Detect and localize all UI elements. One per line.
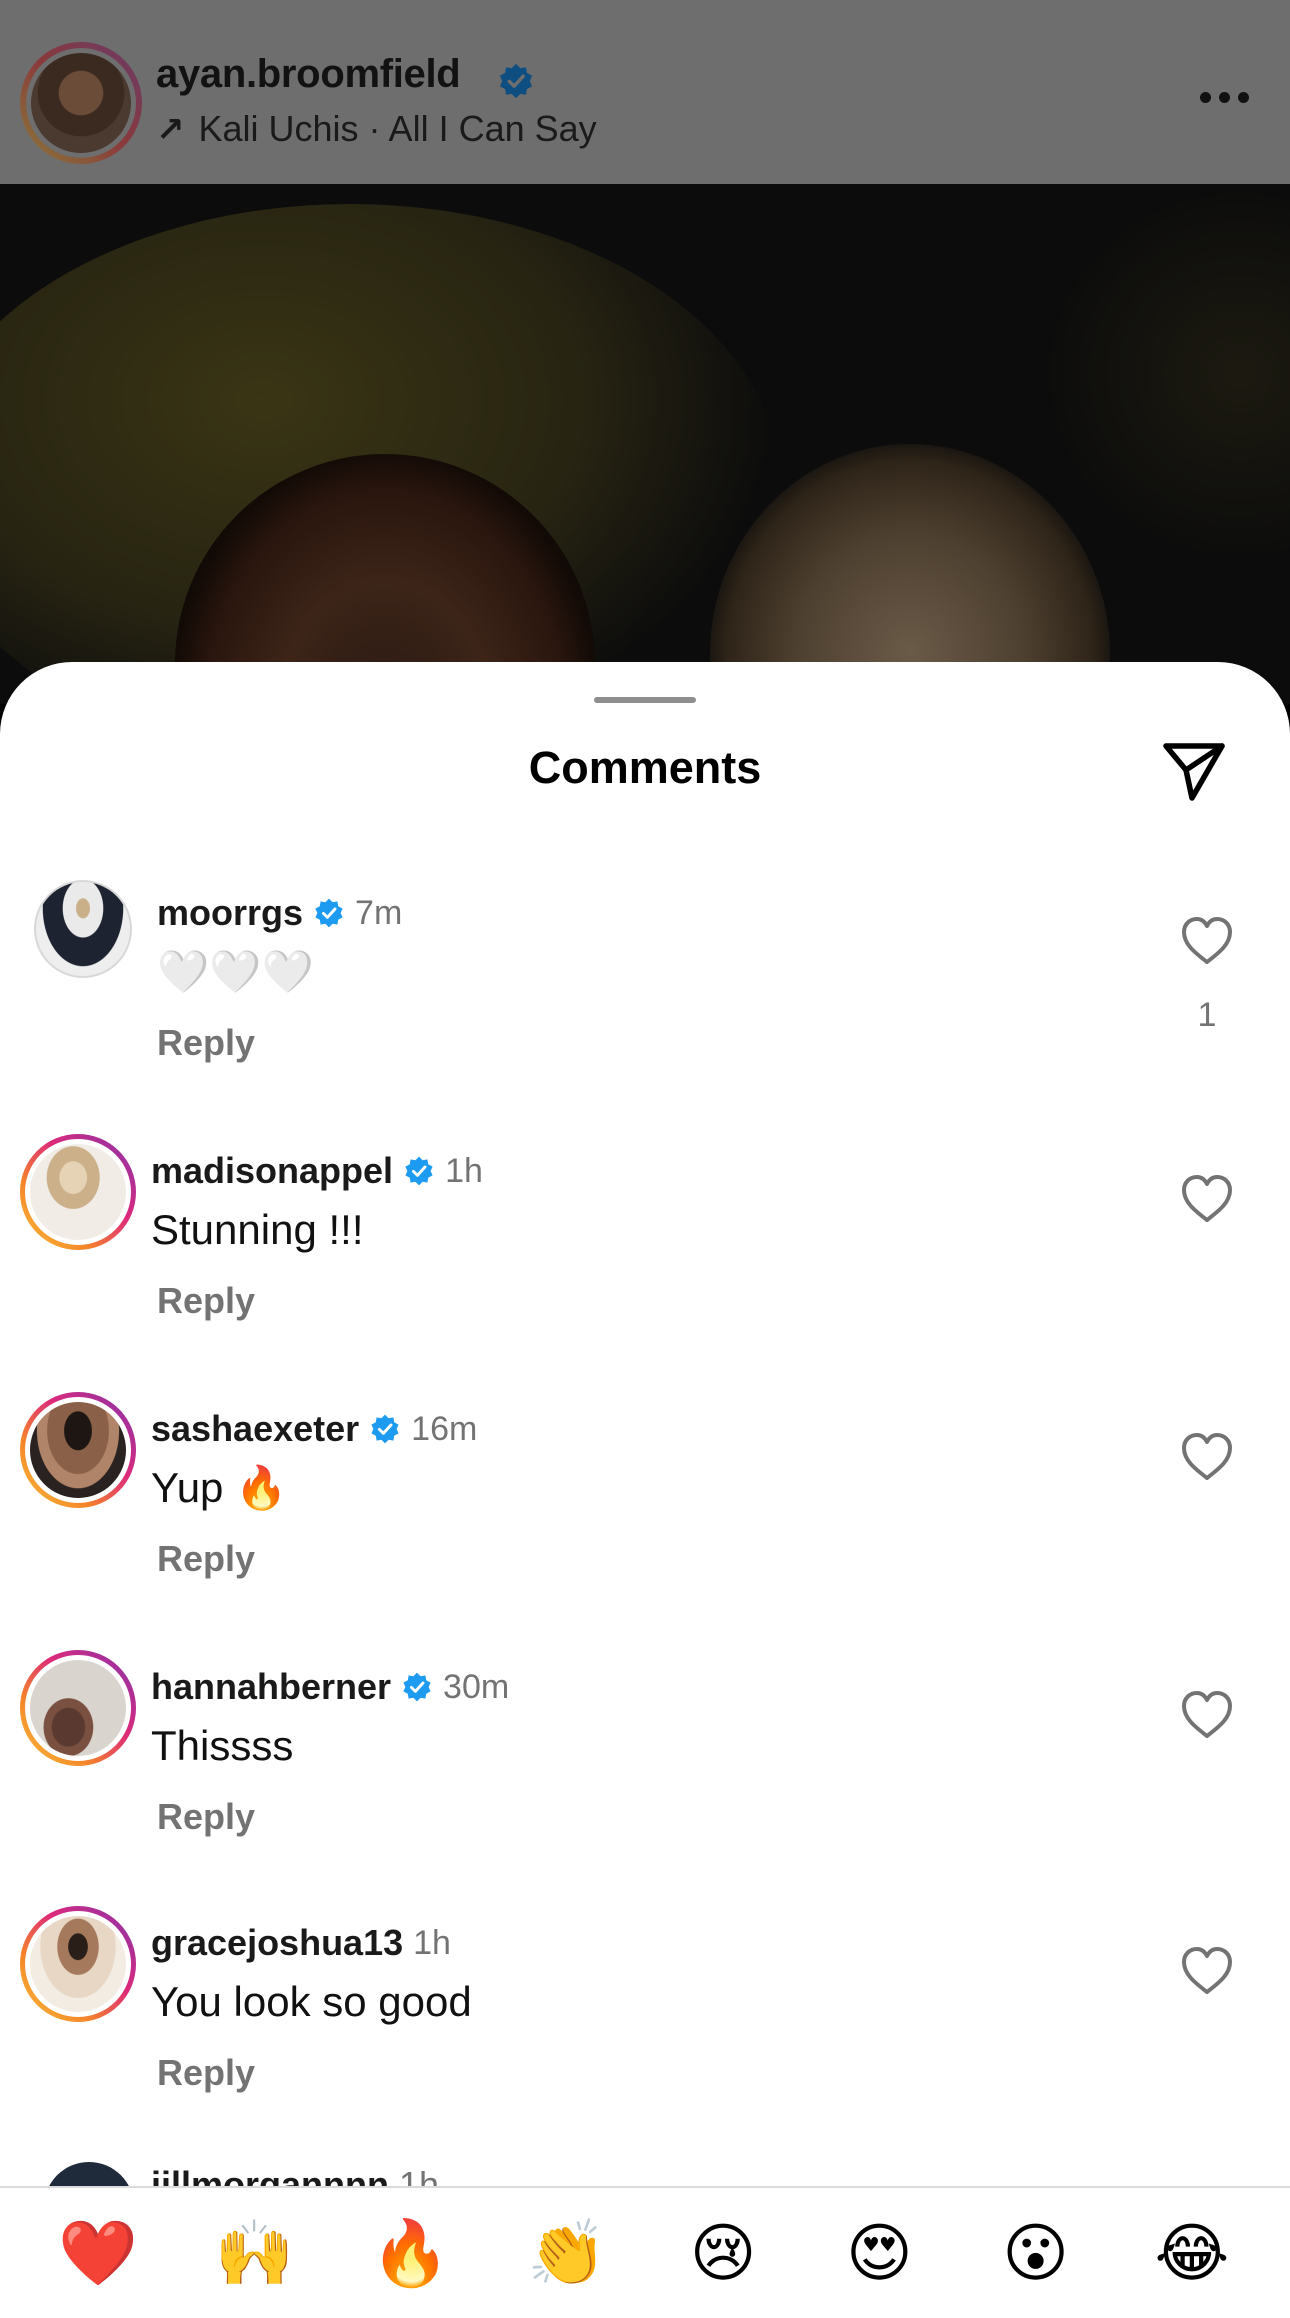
avatar-image bbox=[25, 1655, 131, 1761]
comment-row: sashaexeter 16m Yup 🔥 Reply bbox=[0, 1392, 1290, 1632]
comment-text: Yup 🔥 bbox=[151, 1464, 288, 1511]
comment-timestamp: 7m bbox=[355, 893, 403, 932]
heart-like-icon[interactable] bbox=[1180, 1174, 1234, 1224]
reply-button[interactable]: Reply bbox=[157, 1796, 255, 1838]
emoji-heart-eyes-button[interactable]: 😍 bbox=[829, 2203, 929, 2303]
verified-badge-icon bbox=[315, 898, 343, 928]
heart-like-icon[interactable] bbox=[1180, 916, 1234, 966]
comment-username[interactable]: jillmorgannnn bbox=[151, 2164, 389, 2186]
comment-username[interactable]: hannahberner bbox=[151, 1666, 391, 1708]
comment-row: jillmorgannnn 1h bbox=[0, 2156, 1290, 2186]
comment-username[interactable]: sashaexeter bbox=[151, 1408, 359, 1450]
emoji-laughing-button[interactable]: 😂 bbox=[1142, 2203, 1242, 2303]
comment-avatar[interactable] bbox=[20, 1392, 136, 1508]
comment-row: madisonappel 1h Stunning !!! Reply bbox=[0, 1134, 1290, 1374]
post-media bbox=[0, 184, 1290, 704]
more-options-icon[interactable] bbox=[1200, 92, 1250, 106]
comment-timestamp: 1h bbox=[445, 1151, 483, 1190]
comment-avatar[interactable] bbox=[20, 1906, 136, 2022]
reply-button[interactable]: Reply bbox=[157, 1538, 255, 1580]
emoji-surprised-button[interactable]: 😮 bbox=[986, 2203, 1086, 2303]
background-foliage bbox=[1040, 184, 1290, 564]
comment-text: 🤍🤍🤍 bbox=[157, 948, 314, 995]
emoji-fire-button[interactable]: 🔥 bbox=[361, 2203, 461, 2303]
comment-timestamp: 16m bbox=[411, 1409, 478, 1448]
post-audio-link[interactable]: ↗ Kali Uchis · All I Can Say bbox=[156, 108, 597, 150]
avatar-image bbox=[36, 882, 130, 976]
heart-like-icon[interactable] bbox=[1180, 1432, 1234, 1482]
comments-sheet: Comments moorrgs 7m 🤍🤍🤍 Reply 1 madisona… bbox=[0, 662, 1290, 2318]
comment-row: hannahberner 30m Thissss Reply bbox=[0, 1650, 1290, 1890]
comment-row: gracejoshua13 1h You look so good Reply bbox=[0, 1906, 1290, 2146]
avatar-image bbox=[25, 1139, 131, 1245]
comment-timestamp: 1h bbox=[399, 2164, 440, 2186]
comment-username[interactable]: gracejoshua13 bbox=[151, 1922, 403, 1964]
verified-badge-icon bbox=[405, 1156, 433, 1186]
post-author-username[interactable]: ayan.broomfield bbox=[156, 52, 461, 97]
comment-username[interactable]: madisonappel bbox=[151, 1150, 393, 1192]
comment-header: madisonappel 1h bbox=[151, 1148, 483, 1194]
verified-badge-icon bbox=[403, 1672, 431, 1702]
reply-button[interactable]: Reply bbox=[157, 1280, 255, 1322]
comment-header: gracejoshua13 1h bbox=[151, 1920, 451, 1966]
comment-avatar[interactable] bbox=[34, 880, 132, 978]
sheet-drag-handle[interactable] bbox=[594, 697, 696, 703]
reply-button[interactable]: Reply bbox=[157, 1022, 255, 1064]
comment-header: jillmorgannnn 1h bbox=[151, 2164, 439, 2186]
emoji-reaction-bar: ❤️ 🙌 🔥 👏 😢 😍 😮 😂 bbox=[0, 2186, 1290, 2318]
comment-header: hannahberner 30m bbox=[151, 1664, 509, 1710]
avatar-image bbox=[25, 1397, 131, 1503]
heart-like-icon[interactable] bbox=[1180, 1946, 1234, 1996]
share-send-icon[interactable] bbox=[1158, 734, 1230, 806]
like-count[interactable]: 1 bbox=[1180, 996, 1234, 1035]
comment-avatar[interactable] bbox=[20, 1134, 136, 1250]
comment-text: Thissss bbox=[151, 1722, 294, 1769]
comment-avatar[interactable] bbox=[20, 1650, 136, 1766]
post-header: ayan.broomfield ↗ Kali Uchis · All I Can … bbox=[0, 0, 1290, 184]
emoji-crying-button[interactable]: 😢 bbox=[673, 2203, 773, 2303]
comment-header: sashaexeter 16m bbox=[151, 1406, 477, 1452]
comment-row: moorrgs 7m 🤍🤍🤍 Reply 1 bbox=[0, 876, 1290, 1116]
audio-arrow-icon: ↗ bbox=[156, 111, 185, 149]
verified-badge-icon bbox=[499, 63, 533, 99]
avatar-image bbox=[26, 48, 136, 158]
heart-like-icon[interactable] bbox=[1180, 1690, 1234, 1740]
post-author-avatar[interactable] bbox=[20, 42, 142, 164]
emoji-clapping-button[interactable]: 👏 bbox=[517, 2203, 617, 2303]
comment-header: moorrgs 7m bbox=[157, 890, 402, 936]
verified-badge-icon bbox=[371, 1414, 399, 1444]
comment-text: You look so good bbox=[151, 1978, 472, 2025]
audio-track-label: Kali Uchis · All I Can Say bbox=[198, 108, 597, 149]
comment-text: Stunning !!! bbox=[151, 1206, 364, 1253]
sheet-title: Comments bbox=[528, 742, 762, 793]
comment-timestamp: 30m bbox=[443, 1667, 510, 1706]
comment-username[interactable]: moorrgs bbox=[157, 892, 303, 934]
emoji-raised-hands-button[interactable]: 🙌 bbox=[204, 2203, 304, 2303]
reply-button[interactable]: Reply bbox=[157, 2052, 255, 2094]
comment-avatar[interactable] bbox=[44, 2162, 134, 2186]
emoji-heart-button[interactable]: ❤️ bbox=[48, 2203, 148, 2303]
comment-timestamp: 1h bbox=[413, 1923, 451, 1962]
avatar-image bbox=[25, 1911, 131, 2017]
